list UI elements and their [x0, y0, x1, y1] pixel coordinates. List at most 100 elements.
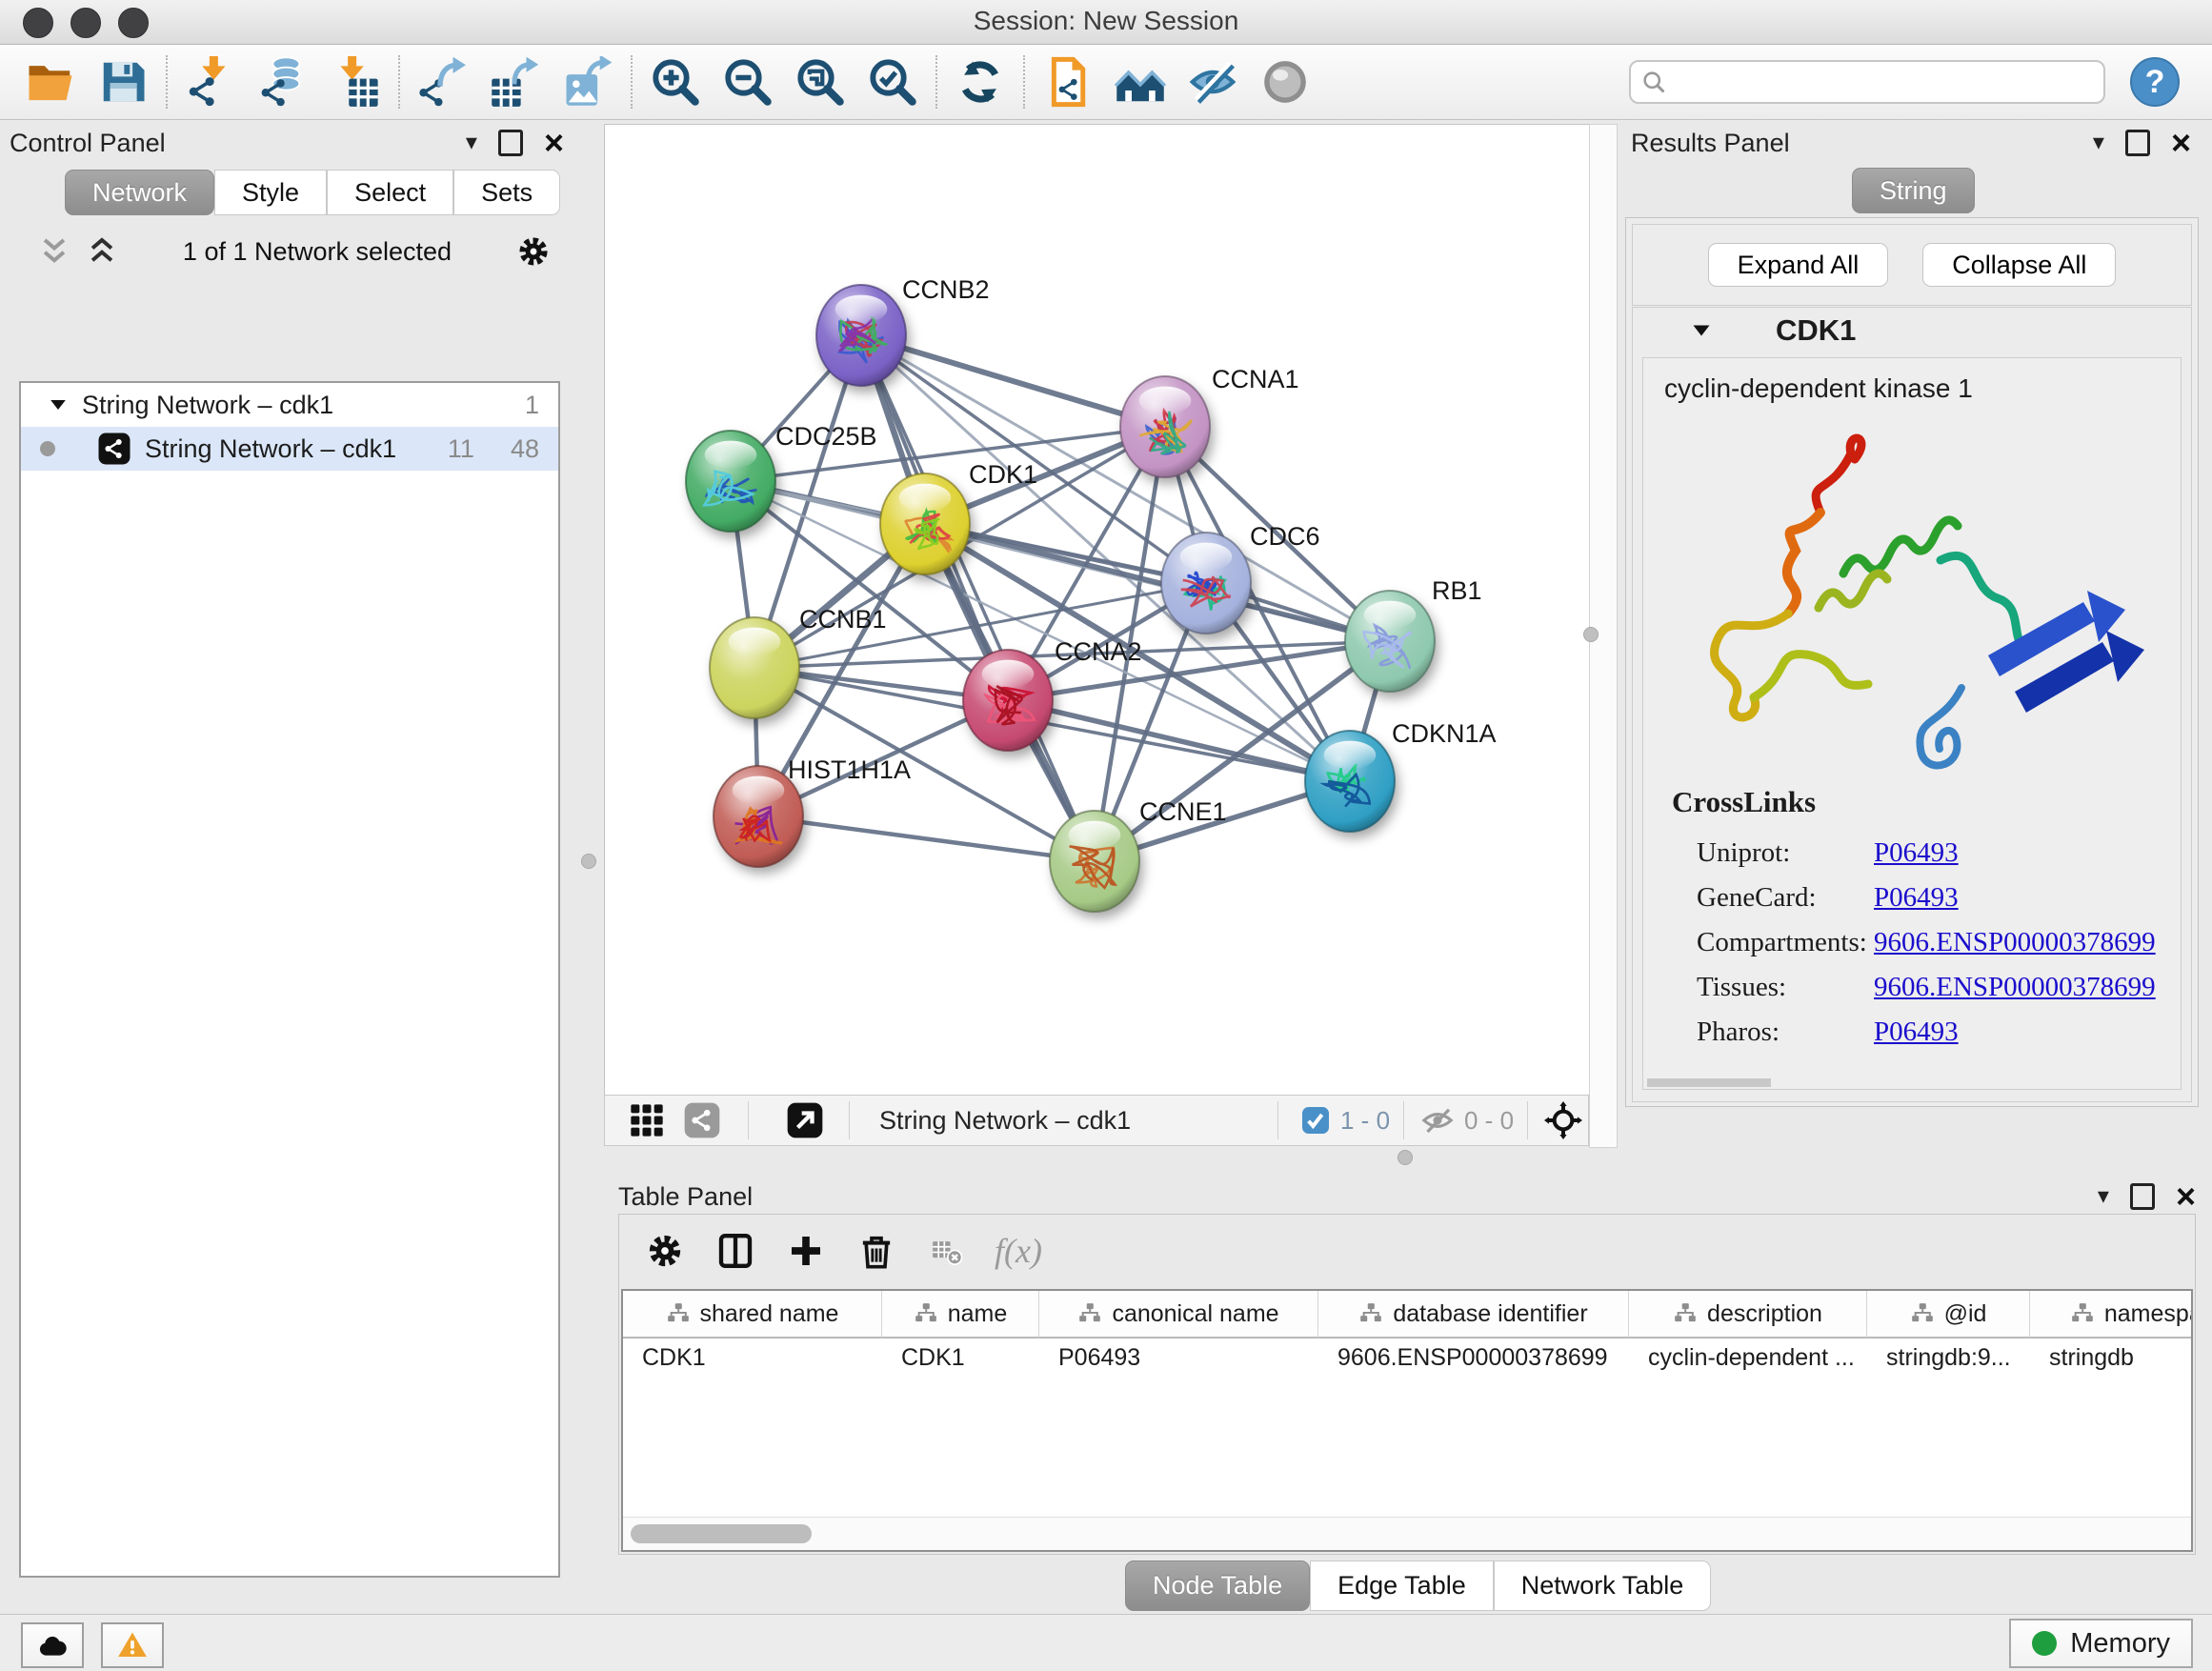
tab-edge-table[interactable]: Edge Table	[1310, 1560, 1494, 1611]
column-header-name[interactable]: name	[882, 1291, 1039, 1339]
network-node-CCNA2[interactable]	[963, 650, 1053, 751]
tab-node-table[interactable]: Node Table	[1125, 1560, 1310, 1611]
crosslink-link[interactable]: P06493	[1874, 882, 1959, 914]
scrollbar-thumb[interactable]	[631, 1524, 812, 1543]
network-node-CCNB2[interactable]	[816, 285, 906, 386]
left-splitter-handle[interactable]	[581, 854, 596, 869]
delete-column-icon[interactable]	[854, 1228, 899, 1274]
tab-network-table[interactable]: Network Table	[1494, 1560, 1712, 1611]
crosslink-link[interactable]: P06493	[1874, 837, 1959, 869]
function-builder-button[interactable]: f(x)	[995, 1231, 1042, 1271]
network-node-RB1[interactable]	[1345, 591, 1435, 692]
network-node-CDC25B[interactable]	[686, 431, 775, 532]
close-panel-icon[interactable]: ×	[544, 130, 564, 157]
network-collection-row[interactable]: String Network – cdk1 1	[21, 383, 558, 427]
network-canvas[interactable]: CCNB2CCNA1CDC25BCDK1CDC6RB1CCNB1CCNA2CDK…	[604, 124, 1591, 1096]
panel-menu-icon[interactable]: ▾	[2098, 1185, 2109, 1208]
right-splitter-handle[interactable]	[1583, 627, 1599, 642]
float-panel-icon[interactable]	[498, 130, 523, 156]
cloud-status-button[interactable]	[21, 1622, 84, 1668]
table-cell[interactable]: cyclin-dependent ...	[1629, 1339, 1867, 1380]
section-expander-icon[interactable]	[1690, 319, 1713, 342]
tab-style[interactable]: Style	[214, 170, 327, 215]
bottom-splitter-handle[interactable]	[1398, 1150, 1413, 1165]
crosslink-link[interactable]: 9606.ENSP00000378699	[1874, 972, 2156, 1003]
network-row[interactable]: String Network – cdk1 11 48	[21, 427, 558, 471]
network-edge-CCNB2-CCNA1[interactable]	[861, 335, 1165, 427]
search-input[interactable]	[1675, 67, 2094, 98]
help-button[interactable]: ?	[2130, 57, 2180, 107]
selected-checkbox-icon[interactable]	[1300, 1096, 1331, 1145]
table-options-gear-icon[interactable]	[642, 1228, 688, 1274]
export-image-icon[interactable]	[556, 53, 619, 111]
collapse-all-networks-icon[interactable]	[86, 235, 118, 268]
results-scrollbar-stub[interactable]	[1647, 1078, 1771, 1087]
table-cell[interactable]: stringdb	[2030, 1339, 2193, 1380]
save-session-icon[interactable]	[91, 53, 154, 111]
network-node-CDC6[interactable]	[1161, 533, 1251, 634]
column-header-description[interactable]: description	[1629, 1291, 1867, 1339]
zoom-fit-icon[interactable]	[789, 53, 852, 111]
zoom-out-icon[interactable]	[716, 53, 779, 111]
panel-menu-icon[interactable]: ▾	[466, 131, 477, 154]
table-horizontal-scrollbar[interactable]	[623, 1517, 2191, 1550]
import-network-database-icon[interactable]	[251, 53, 314, 111]
table-cell[interactable]: stringdb:9...	[1867, 1339, 2030, 1380]
expand-all-networks-icon[interactable]	[38, 235, 70, 268]
hidden-eye-slash-icon[interactable]	[1420, 1096, 1455, 1145]
panel-menu-icon[interactable]: ▾	[2093, 131, 2104, 154]
network-options-gear-icon[interactable]	[516, 234, 551, 269]
float-panel-icon[interactable]	[2130, 1183, 2155, 1210]
show-graphics-icon[interactable]	[1254, 53, 1317, 111]
tab-select[interactable]: Select	[327, 170, 453, 215]
cloud-icon	[36, 1629, 69, 1661]
open-in-window-icon[interactable]	[786, 1096, 824, 1145]
search-box[interactable]	[1629, 60, 2105, 104]
tab-network[interactable]: Network	[65, 170, 214, 215]
table-cell[interactable]: CDK1	[623, 1339, 882, 1380]
network-node-CCNA1[interactable]	[1120, 376, 1210, 477]
collapse-all-button[interactable]: Collapse All	[1922, 243, 2116, 287]
memory-button[interactable]: Memory	[2009, 1619, 2193, 1668]
import-network-file-icon[interactable]	[179, 53, 242, 111]
add-column-icon[interactable]	[783, 1228, 829, 1274]
tab-sets[interactable]: Sets	[453, 170, 560, 215]
table-cell[interactable]: CDK1	[882, 1339, 1039, 1380]
import-table-file-icon[interactable]	[324, 53, 387, 111]
column-header-namespace[interactable]: namespace	[2030, 1291, 2193, 1339]
column-header-canonical-name[interactable]: canonical name	[1039, 1291, 1318, 1339]
zoom-in-icon[interactable]	[644, 53, 707, 111]
network-node-CDK1[interactable]	[880, 473, 970, 574]
fit-selected-crosshair-icon[interactable]	[1544, 1096, 1582, 1145]
expand-all-button[interactable]: Expand All	[1708, 243, 1889, 287]
hide-graphics-icon[interactable]	[1181, 53, 1244, 111]
export-table-icon[interactable]	[484, 53, 547, 111]
column-header--id[interactable]: @id	[1867, 1291, 2030, 1339]
grid-view-icon[interactable]	[628, 1096, 666, 1145]
network-edge-HIST1H1A-CCNE1[interactable]	[758, 816, 1095, 861]
zoom-selected-icon[interactable]	[861, 53, 924, 111]
delete-table-icon[interactable]	[924, 1228, 970, 1274]
close-panel-icon[interactable]: ×	[2171, 130, 2191, 157]
network-node-CCNE1[interactable]	[1050, 811, 1139, 912]
refresh-icon[interactable]	[949, 53, 1012, 111]
network-node-CDKN1A[interactable]	[1305, 731, 1395, 832]
open-file-icon[interactable]	[19, 53, 82, 111]
warnings-button[interactable]	[101, 1622, 164, 1668]
string-import-icon[interactable]	[1036, 53, 1099, 111]
show-columns-icon[interactable]	[713, 1228, 758, 1274]
tab-string[interactable]: String	[1852, 168, 1975, 213]
table-cell[interactable]: P06493	[1039, 1339, 1318, 1380]
export-network-icon[interactable]	[412, 53, 474, 111]
float-panel-icon[interactable]	[2125, 130, 2150, 156]
network-node-CCNB1[interactable]	[710, 617, 799, 718]
column-header-database-identifier[interactable]: database identifier	[1318, 1291, 1629, 1339]
table-cell[interactable]: 9606.ENSP00000378699	[1318, 1339, 1629, 1380]
birdseye-share-icon[interactable]	[683, 1096, 721, 1145]
crosslink-link[interactable]: P06493	[1874, 1017, 1959, 1048]
network-overview-icon[interactable]	[1109, 53, 1172, 111]
column-header-shared-name[interactable]: shared name	[623, 1291, 882, 1339]
collection-expander-icon[interactable]	[48, 394, 69, 415]
crosslink-link[interactable]: 9606.ENSP00000378699	[1874, 927, 2156, 958]
close-panel-icon[interactable]: ×	[2176, 1183, 2196, 1211]
